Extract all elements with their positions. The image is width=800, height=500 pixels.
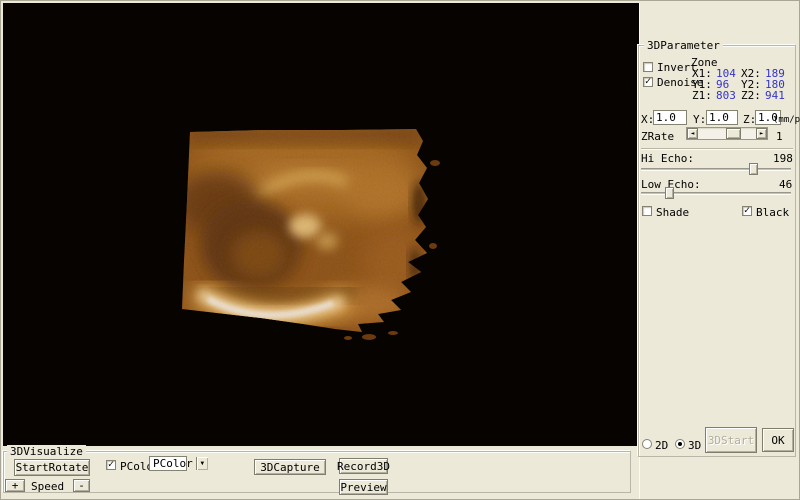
low-echo-slider-track[interactable] [641,192,791,195]
start-rotate-button[interactable]: StartRotate [14,459,90,476]
visualize-groupbox: 3DVisualize StartRotate + Speed - ✓ PCol… [3,451,631,493]
checkmark-icon: ✓ [645,78,651,86]
hi-echo-slider-thumb[interactable] [749,163,758,175]
scale-y-label: Y: [693,114,706,125]
ultrasound-volume-image [3,3,639,446]
low-echo-value: 46 [779,179,792,190]
scale-unit-label: (mm/p) [773,115,800,126]
pcolor-checkbox[interactable]: ✓ [106,460,116,470]
shade-label: Shade [656,207,689,218]
zrate-scrollbar[interactable]: ◄ ► [686,127,768,140]
app-window: 3DParameter Invert ✓ Denoise Zone X1: 10… [0,0,800,500]
zrate-scrollbar-thumb[interactable] [726,128,741,139]
radio-dot-icon [678,442,682,446]
speed-plus-button[interactable]: + [5,479,25,492]
mode-2d-label: 2D [655,440,668,451]
invert-checkbox[interactable] [643,62,653,72]
checkmark-icon: ✓ [108,461,114,469]
scale-x-input[interactable] [653,110,687,125]
low-echo-slider-thumb[interactable] [665,187,674,199]
scale-y-input[interactable] [706,110,738,125]
hi-echo-label: Hi Echo: [641,153,694,164]
black-label: Black [756,207,789,218]
mode-3d-label: 3D [688,440,701,451]
start3d-button[interactable]: 3DStart [705,427,757,453]
zone-z1-value: 803 [716,90,736,101]
speed-label: Speed [31,481,64,492]
capture-button[interactable]: 3DCapture [254,459,326,475]
zone-z2-label: Z2: [741,90,761,101]
hi-echo-value: 198 [773,153,793,164]
record-button[interactable]: Record3D [339,458,388,474]
parameter-groupbox: 3DParameter Invert ✓ Denoise Zone X1: 10… [638,45,796,457]
speed-minus-button[interactable]: - [73,479,90,492]
hi-echo-slider-track[interactable] [641,168,791,171]
black-checkbox[interactable]: ✓ [742,206,752,216]
shade-checkbox[interactable] [642,206,652,216]
zone-z1-label: Z1: [692,90,712,101]
zone-z2-value: 941 [765,90,785,101]
preview-button[interactable]: Preview [339,479,388,495]
zrate-value: 1 [776,131,783,142]
visualize-groupbox-title: 3DVisualize [7,445,86,458]
denoise-checkbox[interactable]: ✓ [643,77,653,87]
parameter-panel: 3DParameter Invert ✓ Denoise Zone X1: 10… [639,3,799,499]
zrate-label: ZRate [641,131,674,142]
pcolor-dropdown[interactable]: PColor ▼ [149,456,187,471]
dropdown-arrow-icon[interactable]: ▼ [196,457,208,470]
zrate-scroll-right-icon[interactable]: ► [756,128,767,139]
render-viewport[interactable] [3,3,639,446]
pcolor-dropdown-value: PColor [150,458,196,469]
separator [641,148,793,150]
mode-3d-radio[interactable] [675,439,685,449]
checkmark-icon: ✓ [744,207,750,215]
zrate-scroll-left-icon[interactable]: ◄ [687,128,698,139]
mode-2d-radio[interactable] [642,439,652,449]
parameter-groupbox-title: 3DParameter [644,39,723,52]
ok-button[interactable]: OK [762,428,794,452]
